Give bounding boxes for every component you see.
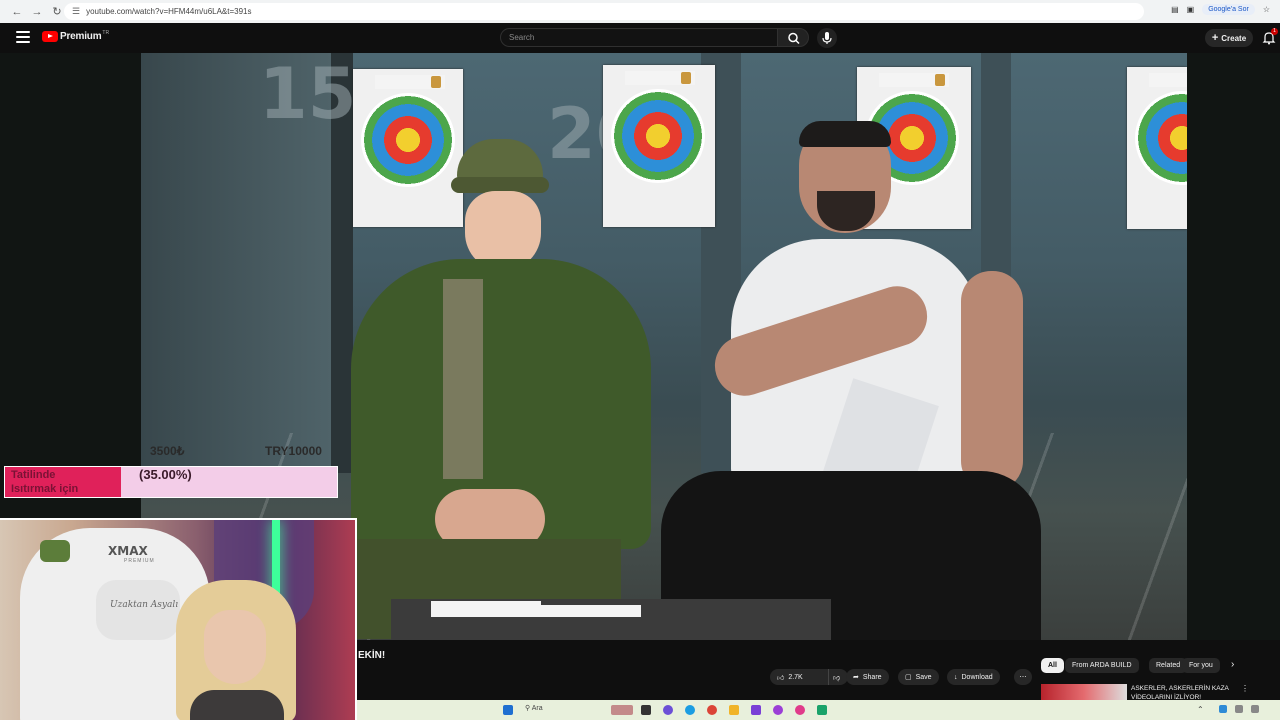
donation-progress-bar: Tatilinde Isıtırmak için (35.00%): [4, 466, 338, 498]
google-sor-button[interactable]: Google'a Sor: [1202, 4, 1255, 15]
edge-icon[interactable]: [685, 705, 695, 715]
like-button[interactable]: 👍︎ 2.7K: [770, 669, 828, 685]
dislike-button[interactable]: 👎︎: [828, 669, 848, 685]
site-settings-icon[interactable]: ☰: [72, 6, 80, 17]
app-icon[interactable]: [795, 705, 805, 715]
donation-goal-amounts: 3500₺ TRY10000: [141, 392, 341, 458]
translate-icon[interactable]: ▤: [1171, 5, 1179, 14]
browser-toolbar: ← → ↻ ☰ youtube.com/watch?v=HFM44m/u6LA&…: [0, 0, 1280, 23]
chip-for-you[interactable]: For you: [1182, 658, 1220, 673]
bookmark-icon: ▢: [905, 674, 912, 681]
youtube-header: Premium TR Search + Create 1: [0, 23, 1280, 53]
save-label: Save: [915, 673, 932, 681]
donation-percent: (35.00%): [139, 467, 192, 482]
chevron-right-icon[interactable]: ›: [1231, 659, 1234, 670]
donation-label-line1: Tatilinde: [11, 469, 56, 481]
menu-icon[interactable]: [16, 31, 30, 43]
forward-icon[interactable]: →: [28, 3, 46, 21]
kebab-menu-icon[interactable]: ⋮: [1241, 684, 1249, 693]
download-button[interactable]: ↓ Download: [947, 669, 1000, 685]
tab-search-icon[interactable]: ▣: [1187, 5, 1195, 14]
create-button[interactable]: + Create: [1205, 29, 1253, 47]
mic-icon: [822, 32, 832, 44]
donation-label: Tatilinde Isıtırmak için: [11, 468, 78, 496]
thumbs-up-icon: 👍︎: [777, 674, 785, 682]
taskbar-search-label: Ara: [531, 705, 543, 712]
twitch-icon[interactable]: [751, 705, 761, 715]
address-bar[interactable]: ☰ youtube.com/watch?v=HFM44m/u6LA&t=391s: [64, 3, 1144, 20]
paper: [431, 601, 541, 617]
task-view-icon[interactable]: [641, 705, 651, 715]
windows-taskbar: ⚲ Ara ⌃: [357, 700, 1280, 720]
tray-app-icon[interactable]: [1251, 705, 1259, 713]
search-icon: [788, 32, 800, 45]
recommendation-thumbnail[interactable]: [1041, 684, 1127, 700]
tray-app-icon[interactable]: [1235, 705, 1243, 713]
logo-country: TR: [102, 29, 110, 36]
person-left: [331, 139, 651, 639]
url-text: youtube.com/watch?v=HFM44m/u6LA&t=391s: [86, 7, 252, 16]
donation-label-line2: Isıtırmak için: [11, 483, 79, 495]
video-details: EKİN! 👍︎ 2.7K 👎︎ ➦ Share ▢ Save ↓ Downlo…: [357, 640, 1280, 701]
notification-badge: 1: [1271, 28, 1278, 35]
pillow-text: Uzaktan Asyalı: [110, 600, 179, 610]
webcam-overlay: XMAX PREMIUM Uzaktan Asyalı: [0, 518, 357, 720]
thumbs-down-icon: 👎︎: [833, 674, 841, 682]
chair-brand: XMAX: [108, 544, 148, 558]
chair-sub: PREMIUM: [124, 558, 155, 564]
donation-target: TRY10000: [265, 444, 322, 458]
share-button[interactable]: ➦ Share: [846, 669, 889, 685]
person-right: [631, 121, 1051, 640]
paper: [531, 605, 641, 617]
tray-chevron-icon[interactable]: ⌃: [1197, 705, 1204, 714]
more-icon: ⋯: [1019, 674, 1027, 681]
taskbar-search[interactable]: ⚲ Ara: [525, 704, 543, 712]
lane-number: 15: [259, 53, 357, 135]
logo-wordmark: Premium: [60, 31, 102, 42]
pillow: [96, 580, 180, 640]
search-button[interactable]: [777, 28, 809, 47]
obs-icon[interactable]: [817, 705, 827, 715]
back-icon[interactable]: ←: [8, 3, 26, 21]
like-count: 2.7K: [788, 673, 803, 681]
create-label: Create: [1221, 33, 1247, 43]
app-icon[interactable]: [663, 705, 673, 715]
streamer: [176, 580, 296, 720]
download-label: Download: [961, 673, 993, 681]
start-icon[interactable]: [503, 705, 513, 715]
voice-search-button[interactable]: [817, 28, 837, 48]
save-button[interactable]: ▢ Save: [898, 669, 939, 685]
search-input[interactable]: Search: [500, 28, 778, 47]
chip-from-channel[interactable]: From ARDA BUILD: [1065, 658, 1139, 673]
share-label: Share: [862, 673, 882, 681]
bookmark-star-icon[interactable]: ☆: [1263, 5, 1270, 14]
app-icon[interactable]: [773, 705, 783, 715]
plant: [40, 540, 70, 562]
more-actions-button[interactable]: ⋯: [1014, 669, 1032, 685]
youtube-play-icon: [42, 31, 58, 42]
donation-current: 3500₺: [150, 444, 185, 458]
widget-icon[interactable]: [611, 705, 633, 715]
shooting-target: [1127, 67, 1187, 229]
video-title: EKİN!: [358, 650, 386, 661]
download-icon: ↓: [954, 673, 958, 681]
chrome-icon[interactable]: [707, 705, 717, 715]
chip-all[interactable]: All: [1041, 658, 1064, 673]
share-icon: ➦: [853, 674, 859, 681]
youtube-logo[interactable]: Premium TR: [42, 29, 110, 42]
file-explorer-icon[interactable]: [729, 705, 739, 715]
plus-icon: +: [1211, 32, 1219, 44]
tray-app-icon[interactable]: [1219, 705, 1227, 713]
